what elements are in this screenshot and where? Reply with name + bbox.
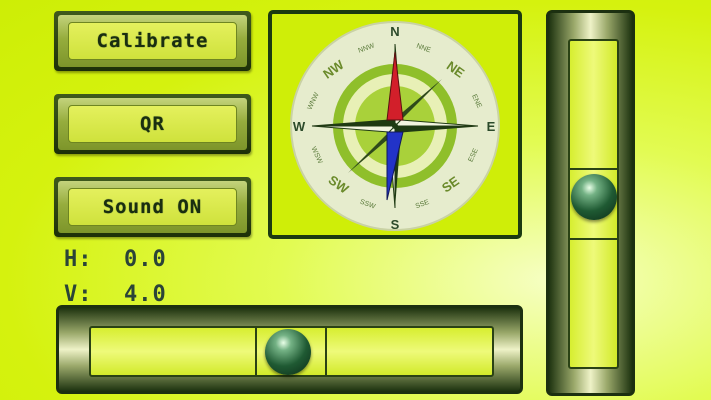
sound-button-bezel: Sound ON [58, 181, 247, 233]
horizontal-value: 0.0 [124, 247, 167, 272]
vertical-value: 4.0 [124, 282, 167, 307]
vertical-spirit-level [546, 10, 635, 396]
compass-e-label: E [487, 119, 496, 134]
calibrate-button[interactable]: Calibrate [54, 11, 251, 71]
vertical-level-tube [568, 39, 619, 369]
horizontal-level-tube [89, 326, 494, 377]
horizontal-spirit-level [56, 305, 523, 394]
vertical-level-marker-bottom [570, 238, 617, 240]
horizontal-label: H: [64, 247, 93, 272]
compass-s-label: S [391, 217, 400, 232]
qr-button-label: QR [68, 105, 237, 143]
calibrate-button-bezel: Calibrate [58, 15, 247, 67]
calibrate-button-label: Calibrate [68, 22, 237, 60]
vertical-level-marker-top [570, 168, 617, 170]
vertical-label: V: [64, 282, 93, 307]
vertical-readout: V: 4.0 [64, 282, 167, 307]
compass-panel: N S E W NE NW SE SW NNE NNW ENE ESE SSE … [268, 10, 522, 239]
compass-rose-icon: N S E W NE NW SE SW NNE NNW ENE ESE SSE … [290, 21, 500, 232]
vertical-level-bubble [571, 174, 617, 220]
horizontal-level-marker-right [325, 328, 327, 375]
horizontal-level-marker-left [255, 328, 257, 375]
sound-button-label: Sound ON [68, 188, 237, 226]
qr-button-bezel: QR [58, 98, 247, 150]
compass-w-label: W [293, 119, 306, 134]
horizontal-readout: H: 0.0 [64, 247, 167, 272]
compass-n-label: N [390, 24, 399, 39]
qr-button[interactable]: QR [54, 94, 251, 154]
sound-toggle-button[interactable]: Sound ON [54, 177, 251, 237]
horizontal-level-bubble [265, 329, 311, 375]
